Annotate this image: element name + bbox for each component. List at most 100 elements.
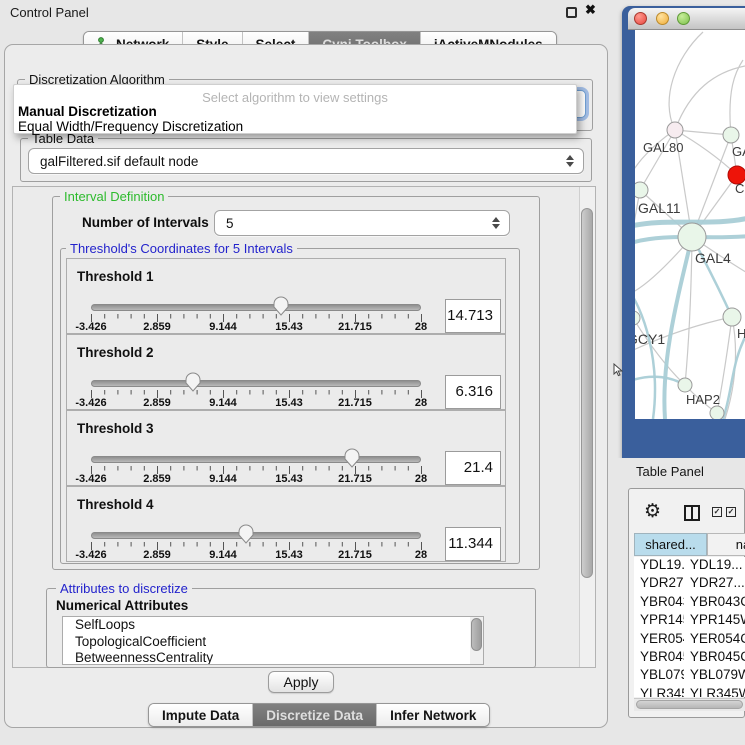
- slider-tick-label: 21.715: [329, 549, 381, 561]
- gear-icon[interactable]: ⚙: [644, 500, 661, 522]
- number-of-intervals-spinner[interactable]: 5: [214, 210, 510, 236]
- cell-shared-name: YBR043C: [634, 594, 684, 612]
- table-row[interactable]: YDL19...YDL19...: [634, 557, 745, 575]
- attributes-scrollbar-thumb[interactable]: [471, 618, 482, 651]
- tab-infer-network[interactable]: Infer Network: [376, 704, 489, 726]
- apply-button[interactable]: Apply: [268, 671, 334, 693]
- zoom-traffic-light[interactable]: [677, 12, 690, 25]
- cell-shared-name: YPR145W: [634, 612, 684, 630]
- slider-tick-label: 21.715: [329, 321, 381, 333]
- network-node[interactable]: [723, 127, 739, 143]
- algorithm-dropdown-popup: Select algorithm to view settings Manual…: [13, 84, 577, 134]
- network-node-label: GAL4: [695, 250, 731, 266]
- threshold-value-field[interactable]: 11.344: [445, 527, 501, 561]
- table-row[interactable]: YBR043CYBR043C: [634, 594, 745, 612]
- threshold-slider-thumb[interactable]: [273, 296, 289, 316]
- network-node-label: C: [735, 181, 744, 196]
- threshold-label: Threshold 1: [77, 269, 154, 284]
- attribute-item[interactable]: SelfLoops: [63, 617, 483, 634]
- slider-tick-label: -3.426: [65, 549, 117, 561]
- threshold-slider-track[interactable]: [91, 380, 421, 387]
- table-data-select[interactable]: galFiltered.sif default node: [28, 148, 584, 174]
- tab-impute-data[interactable]: Impute Data: [149, 704, 252, 726]
- table-row[interactable]: YBL079WYBL079W: [634, 667, 745, 685]
- minimize-traffic-light[interactable]: [656, 12, 669, 25]
- slider-tick-label: -3.426: [65, 397, 117, 409]
- control-panel-title: Control Panel: [10, 5, 89, 20]
- threshold-value-field[interactable]: 14.713: [445, 299, 501, 333]
- threshold-slider-thumb[interactable]: [238, 524, 254, 544]
- threshold-row: Threshold 4 11.344 -3.4262.8599.14415.43…: [66, 486, 506, 562]
- network-node[interactable]: [678, 378, 692, 392]
- checkbox-icon[interactable]: ✓: [712, 507, 722, 517]
- table-row[interactable]: YER054CYER054C: [634, 631, 745, 649]
- slider-tick-label: 2.859: [131, 549, 183, 561]
- network-node[interactable]: [667, 122, 683, 138]
- tab-label: Impute Data: [162, 708, 239, 723]
- cell-shared-name: YLR345W: [634, 686, 684, 697]
- network-node-label: H: [737, 326, 745, 341]
- network-canvas[interactable]: GAL80GACGAL11GAL4GCY1HHAP2: [635, 30, 745, 419]
- threshold-value-field[interactable]: 6.316: [445, 375, 501, 409]
- slider-tick-label: 15.43: [263, 321, 315, 333]
- threshold-slider-track[interactable]: [91, 456, 421, 463]
- slider-tick-label: 9.144: [197, 473, 249, 485]
- network-graph: GAL80GACGAL11GAL4GCY1HHAP2: [635, 30, 745, 419]
- table-row[interactable]: YBR045CYBR045C: [634, 649, 745, 667]
- close-traffic-light[interactable]: [634, 12, 647, 25]
- slider-tick-label: 2.859: [131, 397, 183, 409]
- cell-name: YDL19...: [684, 557, 745, 575]
- close-icon[interactable]: ✖: [585, 2, 596, 18]
- threshold-row: Threshold 1 14.713 -3.4262.8599.14415.43…: [66, 258, 506, 334]
- network-node-label: HAP2: [686, 392, 720, 407]
- threshold-row: Threshold 2 6.316 -3.4262.8599.14415.432…: [66, 334, 506, 410]
- cell-name: YLR345W: [684, 686, 745, 697]
- mouse-cursor: [613, 363, 623, 377]
- network-node[interactable]: [710, 406, 724, 419]
- slider-tick-label: 9.144: [197, 549, 249, 561]
- slider-tick-label: 28: [395, 473, 447, 485]
- dropdown-option-equal-width[interactable]: Equal Width/Frequency Discretization: [18, 119, 243, 134]
- threshold-value-field[interactable]: 21.4: [445, 451, 501, 485]
- cell-shared-name: YDL19...: [634, 557, 684, 575]
- dropdown-prompt: Select algorithm to view settings: [14, 90, 576, 105]
- numerical-attributes-label: Numerical Attributes: [56, 598, 188, 613]
- horizontal-scrollbar-thumb[interactable]: [636, 700, 743, 709]
- cell-name: YBR045C: [684, 649, 745, 667]
- table-row[interactable]: YPR145WYPR145W: [634, 612, 745, 630]
- attributes-group-title: Attributes to discretize: [56, 581, 192, 596]
- network-node-label: GCY1: [635, 331, 665, 347]
- float-window-icon[interactable]: [566, 7, 577, 18]
- threshold-label: Threshold 4: [77, 497, 154, 512]
- tab-discretize-data[interactable]: Discretize Data: [252, 704, 376, 726]
- network-node[interactable]: [723, 308, 741, 326]
- cell-name: YDR27...: [684, 575, 745, 593]
- number-of-intervals-value: 5: [226, 216, 234, 231]
- threshold-slider-track[interactable]: [91, 532, 421, 539]
- network-node[interactable]: [635, 182, 648, 198]
- table-header-name[interactable]: name: [707, 533, 745, 556]
- table-header-shared-name[interactable]: shared...: [634, 533, 707, 556]
- threshold-slider-thumb[interactable]: [344, 448, 360, 468]
- cell-name: YBL079W: [684, 667, 745, 685]
- checkbox-icon[interactable]: ✓: [726, 507, 736, 517]
- cell-shared-name: YDR27...: [634, 575, 684, 593]
- slider-tick-label: -3.426: [65, 473, 117, 485]
- threshold-slider-thumb[interactable]: [185, 372, 201, 392]
- network-node[interactable]: [678, 223, 706, 251]
- slider-tick-label: 2.859: [131, 321, 183, 333]
- cell-name: YPR145W: [684, 612, 745, 630]
- dropdown-option-manual-discretization[interactable]: Manual Discretization: [18, 104, 157, 119]
- network-node-label: GA: [732, 144, 745, 159]
- threshold-slider-track[interactable]: [91, 304, 421, 311]
- network-node[interactable]: [635, 311, 640, 325]
- columns-icon[interactable]: [684, 505, 700, 521]
- table-row[interactable]: YLR345WYLR345W: [634, 686, 745, 697]
- network-node-label: GAL11: [638, 200, 681, 216]
- slider-tick-label: 9.144: [197, 321, 249, 333]
- attribute-item[interactable]: TopologicalCoefficient: [63, 634, 483, 651]
- attribute-item[interactable]: BetweennessCentrality: [63, 650, 483, 665]
- slider-tick-label: 21.715: [329, 397, 381, 409]
- table-row[interactable]: YDR27...YDR27...: [634, 575, 745, 593]
- vertical-scrollbar-thumb[interactable]: [581, 208, 593, 578]
